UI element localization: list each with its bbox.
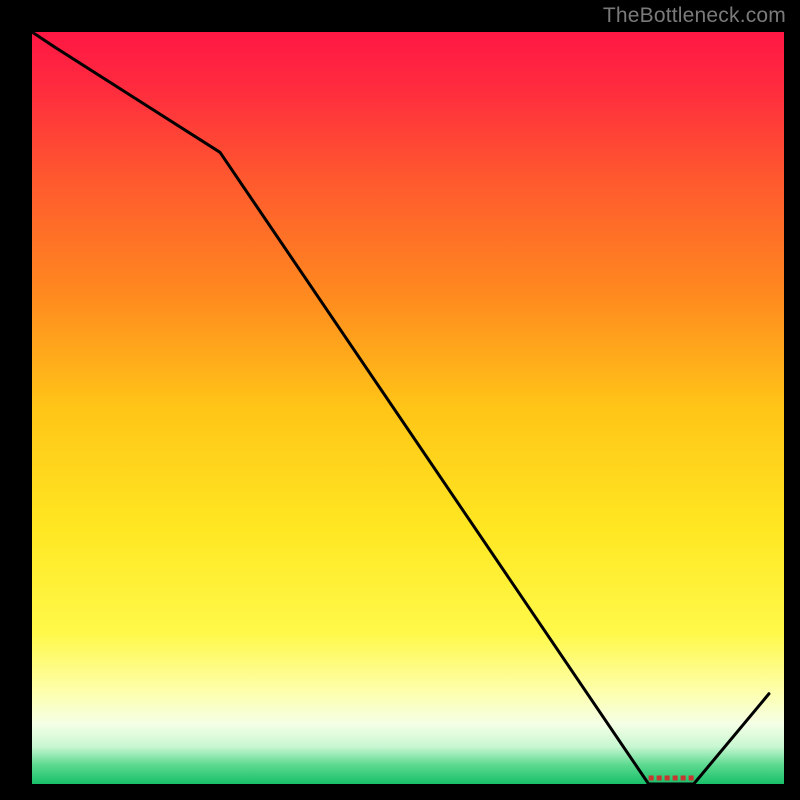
watermark-text: TheBottleneck.com — [603, 4, 786, 28]
chart-frame: TheBottleneck.com — [0, 0, 800, 800]
plot-area — [32, 32, 784, 784]
chart-background — [32, 32, 784, 784]
chart-svg — [32, 32, 784, 784]
